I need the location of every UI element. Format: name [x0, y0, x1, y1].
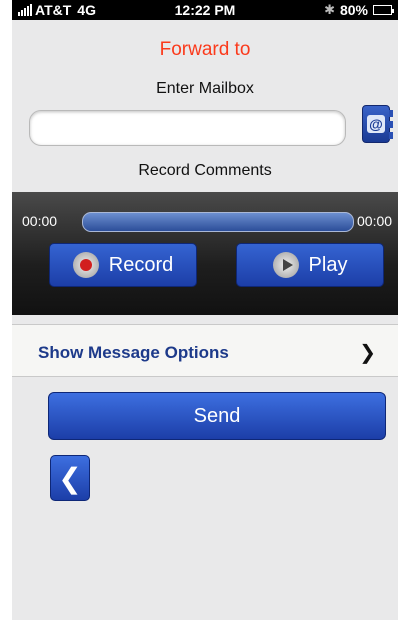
- battery-percent: 80%: [339, 2, 368, 18]
- play-button[interactable]: Play: [236, 243, 384, 287]
- record-comments-label: Record Comments: [138, 162, 272, 179]
- send-button[interactable]: Send: [48, 392, 386, 440]
- back-button[interactable]: ❮: [50, 455, 90, 501]
- record-button[interactable]: Record: [49, 243, 197, 287]
- elapsed-time: 00:00: [22, 213, 58, 229]
- status-right: ✱ 80%: [324, 2, 394, 18]
- mailbox-label: Enter Mailbox: [156, 80, 254, 97]
- bluetooth-icon: ✱: [324, 2, 335, 17]
- playback-progress-bar[interactable]: [82, 212, 354, 232]
- show-message-options-row[interactable]: Show Message Options ❯: [12, 324, 398, 377]
- duration-time: 00:00: [357, 213, 393, 229]
- show-message-options-label: Show Message Options: [38, 343, 229, 362]
- page-title: Forward to: [159, 39, 251, 60]
- chevron-left-icon: ❮: [58, 462, 82, 494]
- mailbox-input[interactable]: [29, 110, 346, 146]
- phone-screen: AT&T 4G 12:22 PM ✱ 80% Forward to Enter …: [12, 0, 398, 620]
- play-icon: [272, 252, 299, 278]
- battery-icon: [373, 5, 394, 15]
- recorder-panel: 00:00 00:00 Record Play: [12, 192, 398, 315]
- record-icon: [72, 252, 99, 278]
- address-book-icon: @: [367, 115, 385, 133]
- chevron-right-icon: ❯: [359, 342, 376, 364]
- contacts-button[interactable]: @: [362, 105, 393, 143]
- record-button-label: Record: [108, 253, 174, 276]
- status-bar: AT&T 4G 12:22 PM ✱ 80%: [12, 0, 398, 20]
- send-button-label: Send: [193, 404, 241, 427]
- play-button-label: Play: [308, 253, 348, 276]
